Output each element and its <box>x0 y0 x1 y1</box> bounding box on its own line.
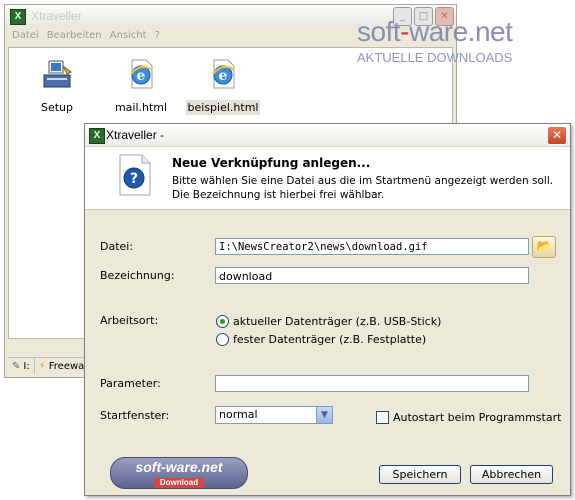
workdir-label: Arbeitsort: <box>100 314 159 327</box>
start-window-label: Startfenster: <box>100 409 170 422</box>
desktop-item-label: mail.html <box>114 101 168 114</box>
workdir-option-label: aktueller Datenträger (z.B. USB-Stick) <box>233 315 442 328</box>
xtraveller-app-icon: X <box>10 9 26 25</box>
workdir-option-fixed[interactable]: fester Datenträger (z.B. Festplatte) <box>216 333 426 346</box>
cancel-button[interactable]: Abbrechen <box>470 465 553 484</box>
menu-ansicht[interactable]: Ansicht <box>107 27 150 45</box>
soft-ware-download-badge: soft-ware.net Download <box>110 457 248 489</box>
html-file-icon: e <box>183 58 263 90</box>
html-file-icon: e <box>101 58 181 90</box>
drive-icon: ✎ <box>12 360 21 372</box>
dialog-description: Bitte wählen Sie eine Datei aus die im S… <box>172 175 554 201</box>
workdir-option-usb[interactable]: aktueller Datenträger (z.B. USB-Stick) <box>216 315 441 328</box>
file-label: Datei: <box>100 240 134 253</box>
folder-icon: 📂 <box>536 239 552 253</box>
dialog-heading: Neue Verknüpfung anlegen... <box>172 156 371 170</box>
parameter-input[interactable] <box>215 375 529 392</box>
autostart-checkbox[interactable]: Autostart beim Programmstart <box>376 411 561 424</box>
setup-icon <box>17 58 97 90</box>
dialog-header: ? Neue Verknüpfung anlegen... Bitte wähl… <box>85 147 570 210</box>
xtraveller-app-icon: X <box>89 128 105 144</box>
desktop-item-setup[interactable]: Setup <box>17 58 97 115</box>
svg-text:e: e <box>219 68 228 84</box>
name-label: Bezeichnung: <box>100 269 175 282</box>
autostart-label: Autostart beim Programmstart <box>393 411 562 424</box>
status-drive: ✎ I: <box>8 358 35 374</box>
dialog-titlebar[interactable]: X Xtraveller - ✕ <box>85 124 570 147</box>
new-shortcut-dialog: X Xtraveller - ✕ ? Neue Verknüpfung anle… <box>84 123 571 496</box>
desktop-item-beispiel-html[interactable]: e beispiel.html <box>183 58 263 115</box>
chevron-down-icon[interactable]: ▼ <box>316 407 332 423</box>
brand-watermark: soft-ware.net AKTUELLE DOWNLOADS <box>357 16 513 65</box>
start-window-select[interactable]: normal ▼ <box>215 406 333 424</box>
save-button[interactable]: Speichern <box>379 465 461 484</box>
menu-help[interactable]: ? <box>152 27 163 45</box>
checkbox-icon <box>376 411 389 424</box>
file-path-input[interactable]: I:\NewsCreator2\news\download.gif <box>215 238 529 255</box>
menu-datei[interactable]: Datei <box>9 27 42 45</box>
name-input[interactable]: download <box>215 267 529 284</box>
close-icon[interactable]: ✕ <box>547 126 567 145</box>
radio-selected-icon <box>216 315 229 328</box>
status-freeware-label: Freewa <box>48 360 85 372</box>
parameter-label: Parameter: <box>100 377 161 390</box>
background-window-title: Xtraveller <box>31 9 82 23</box>
desktop-item-label: beispiel.html <box>185 100 261 115</box>
desktop-item-mail-html[interactable]: e mail.html <box>101 58 181 115</box>
brand-tagline: AKTUELLE DOWNLOADS <box>357 50 513 65</box>
brand-logo: soft-ware.net <box>357 16 513 47</box>
help-document-icon: ? <box>118 153 152 197</box>
dialog-title: Xtraveller - <box>106 128 165 142</box>
menu-bearbeiten[interactable]: Bearbeiten <box>44 27 105 45</box>
workdir-option-label: fester Datenträger (z.B. Festplatte) <box>233 333 427 346</box>
browse-folder-button[interactable]: 📂 <box>532 236 556 258</box>
lightning-icon: ⚡ <box>38 360 46 372</box>
desktop-item-label: Setup <box>40 101 74 114</box>
status-freeware: ⚡ Freewa <box>35 358 89 374</box>
badge-brand: soft-ware.net <box>135 459 223 475</box>
start-window-value: normal <box>219 408 258 421</box>
status-drive-label: I: <box>23 360 30 372</box>
svg-text:e: e <box>137 68 146 84</box>
badge-download: Download <box>153 478 205 488</box>
svg-text:?: ? <box>130 171 138 187</box>
radio-unselected-icon <box>216 333 229 346</box>
